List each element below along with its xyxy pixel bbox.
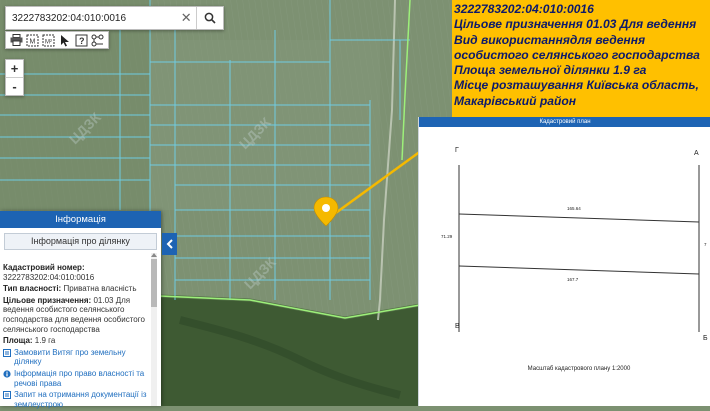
purpose-label: Цільове призначення: [3, 295, 92, 305]
corner-label-a: А [694, 150, 699, 157]
pointer-icon[interactable] [58, 33, 72, 47]
corner-label-b: Б [703, 335, 708, 342]
identify-icon[interactable]: ? [74, 33, 88, 47]
overlay-cadastral-number: 3222783202:04:010:0016 [454, 2, 594, 16]
parcel-summary-overlay: 3222783202:04:010:0016 Цільове призначен… [452, 0, 710, 117]
print-icon[interactable] [9, 33, 23, 47]
measure-length-icon[interactable]: M [25, 33, 39, 47]
order-extract-link[interactable]: Замовити Витяг про земельну ділянку [3, 348, 151, 367]
search-button[interactable] [196, 7, 223, 29]
cadastral-number-value: 3222783202:04:010:0016 [3, 272, 95, 282]
documentation-request-link-text[interactable]: Запит на отримання документації із земле… [14, 390, 151, 409]
info-panel: Інформація Інформація про ділянку Кадаст… [0, 211, 161, 409]
overlay-usage-cont: особистого селянського господарства [454, 47, 700, 62]
scrollbar-thumb[interactable] [151, 259, 157, 307]
zoom-in-button[interactable]: + [6, 60, 23, 77]
overlay-location: Місце розташування Київська область, [454, 78, 699, 93]
layers-icon[interactable] [91, 33, 105, 47]
documentation-request-link[interactable]: Запит на отримання документації із земле… [3, 390, 151, 409]
dim-left: 71.29 [441, 234, 453, 239]
ownership-value: Приватна власність [61, 284, 137, 294]
ownership-info-link[interactable]: Інформація про право власності та речові… [3, 369, 151, 388]
overlay-usage: Вид використаннядля ведення [454, 32, 646, 47]
plan-drawing [458, 165, 700, 332]
ownership-info-link-text[interactable]: Інформація про право власності та речові… [14, 369, 151, 388]
ownership-label: Тип власності: [3, 284, 62, 294]
svg-text:M: M [29, 38, 35, 45]
info-panel-subheader: Інформація про ділянку [4, 233, 157, 250]
search-input[interactable] [6, 8, 177, 28]
parcel-details: Кадастровий номер: 3222783202:04:010:001… [3, 263, 151, 411]
document-icon [3, 391, 11, 400]
search-icon [204, 12, 216, 24]
collapse-panel-button[interactable] [162, 233, 177, 255]
dim-bottom: 167.7 [567, 277, 579, 282]
scroll-up-arrow-icon[interactable] [151, 253, 157, 257]
area-label: Площа: [3, 336, 33, 346]
document-icon [3, 348, 11, 357]
cadastral-number-label: Кадастровий номер: [3, 263, 85, 272]
dim-top: 165.64 [567, 206, 581, 211]
order-extract-link-text[interactable]: Замовити Витяг про земельну ділянку [14, 348, 151, 367]
measure-area-icon[interactable]: M² [42, 33, 56, 47]
corner-label-v: В [455, 323, 460, 330]
plan-scale: Масштаб кадастрового плану 1:2000 [527, 366, 631, 372]
search-bar: ✕ [5, 6, 224, 30]
overlay-purpose: Цільове призначення 01.03 Для ведення [454, 17, 697, 32]
dim-right: 7 [704, 242, 707, 247]
overlay-location-cont: Макарівський район [454, 93, 577, 108]
map-toolbar: M M² ? [5, 31, 109, 49]
plan-title: Кадастровий план [419, 117, 710, 127]
overlay-area: Площа земельної ділянки 1.9 га [454, 63, 647, 78]
info-panel-header: Інформація [0, 211, 161, 228]
cadastral-plan: Кадастровий план Г А В Б 165.64 167.7 71… [418, 117, 710, 406]
area-value: 1.9 га [32, 336, 56, 346]
info-scrollbar[interactable] [151, 253, 157, 406]
info-icon [3, 370, 11, 378]
svg-text:?: ? [79, 36, 85, 46]
close-icon[interactable]: ✕ [176, 8, 196, 28]
zoom-out-button[interactable]: - [6, 77, 23, 95]
corner-label-g: Г [455, 147, 459, 154]
svg-text:M²: M² [45, 39, 52, 45]
chevron-left-icon [166, 239, 173, 249]
zoom-control: + - [5, 59, 24, 96]
